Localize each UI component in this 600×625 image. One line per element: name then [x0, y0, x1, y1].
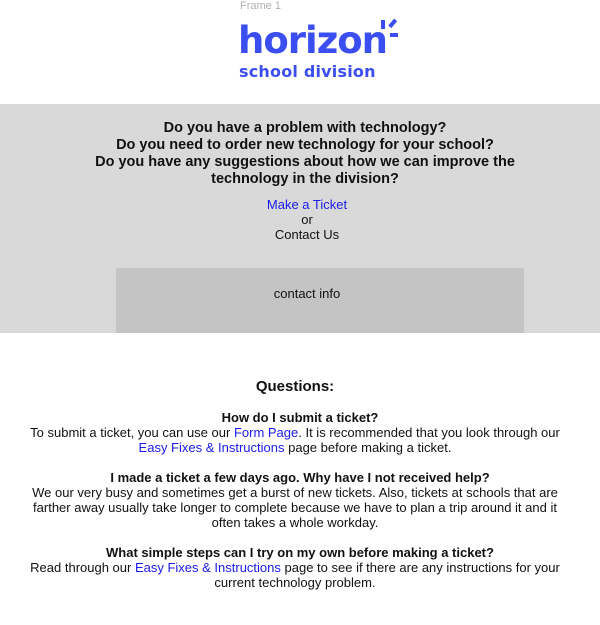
hero-question: Do you have a problem with technology? [163, 120, 447, 136]
faq-answer-text: page before making a ticket. [284, 440, 452, 455]
faq-answer-text: Read through our [30, 560, 135, 575]
faq-answer-text: To submit a ticket, you can use our [30, 425, 234, 440]
hero-question: Do you need to order new technology for … [116, 137, 494, 153]
faq-heading: Questions: [255, 378, 335, 395]
faq-item: What simple steps can I try on my own be… [0, 545, 600, 590]
faq-item: How do I submit a ticket? To submit a ti… [0, 410, 600, 455]
faq-answer-text: . It is recommended that you look throug… [298, 425, 560, 440]
faq-answer: We our very busy and sometimes get a bur… [32, 485, 558, 530]
make-ticket-link[interactable]: Make a Ticket [267, 197, 347, 212]
faq-question: I made a ticket a few days ago. Why have… [110, 470, 490, 485]
frame-label: Frame 1 [240, 0, 281, 12]
contact-us-text: Contact Us [274, 227, 340, 242]
faq-answer: Read through our Easy Fixes & Instructio… [0, 560, 600, 590]
faq-item: I made a ticket a few days ago. Why have… [0, 470, 600, 530]
hero-question: Do you have any suggestions about how we… [95, 154, 515, 187]
easy-fixes-link[interactable]: Easy Fixes & Instructions [139, 440, 285, 455]
contact-info-box: contact info [116, 268, 524, 333]
hero-questions: Do you have a problem with technology? D… [90, 120, 520, 188]
logo[interactable]: horizon school division [238, 18, 408, 84]
faq-question: What simple steps can I try on my own be… [106, 545, 494, 560]
easy-fixes-link[interactable]: Easy Fixes & Instructions [135, 560, 281, 575]
hero-actions: Make a Ticket or Contact Us [0, 197, 600, 242]
logo-subtitle: school division [239, 62, 376, 81]
logo-wordmark: horizon [238, 19, 388, 62]
contact-info-text: contact info [273, 286, 341, 301]
faq-answer: To submit a ticket, you can use our Form… [0, 425, 600, 455]
hero-section: Do you have a problem with technology? D… [0, 104, 600, 333]
logo-spark-icon [381, 18, 398, 37]
faq-question: How do I submit a ticket? [221, 410, 379, 425]
faq-section: Questions: How do I submit a ticket? To … [0, 378, 600, 605]
form-page-link[interactable]: Form Page [234, 425, 298, 440]
or-text: or [301, 212, 313, 227]
